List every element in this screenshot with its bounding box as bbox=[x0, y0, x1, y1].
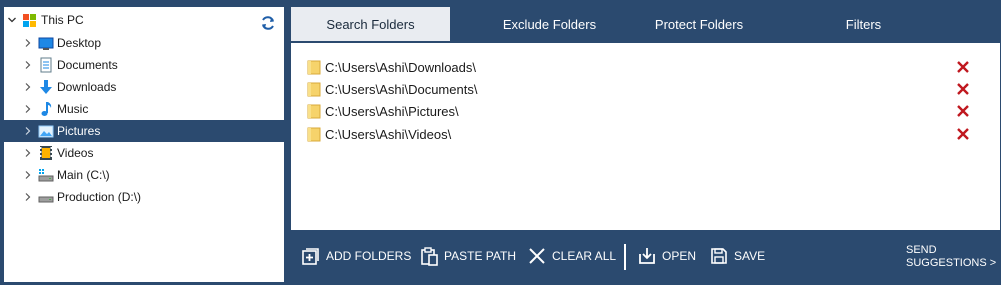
tree-root-label: This PC bbox=[41, 13, 84, 27]
tab-search-folders[interactable]: Search Folders bbox=[291, 7, 450, 41]
tree-item-label: Main (C:\) bbox=[57, 168, 110, 182]
paste-path-label: PASTE PATH bbox=[444, 249, 517, 263]
tree-item-label: Production (D:\) bbox=[57, 190, 142, 204]
tree-item-label: Videos bbox=[57, 146, 94, 160]
remove-folder-icon[interactable] bbox=[955, 126, 971, 142]
folder-icon bbox=[307, 103, 321, 119]
pictures-icon bbox=[38, 123, 54, 139]
tree-item-drive-d[interactable]: Production (D:\) bbox=[4, 186, 284, 208]
tree-item-label: Desktop bbox=[57, 36, 102, 50]
send-suggestions-line2: SUGGESTIONS > bbox=[906, 257, 997, 269]
save-button[interactable]: SAVE bbox=[709, 243, 765, 269]
tree-item-label: Documents bbox=[57, 58, 118, 72]
downloads-icon bbox=[38, 79, 54, 95]
add-folders-button[interactable]: ADD FOLDERS bbox=[301, 243, 411, 269]
this-pc-icon bbox=[22, 12, 38, 28]
paste-icon bbox=[419, 246, 439, 266]
open-button[interactable]: OPEN bbox=[637, 243, 696, 269]
clear-all-button[interactable]: CLEAR ALL bbox=[527, 243, 616, 269]
folder-path: C:\Users\Ashi\Documents\ bbox=[325, 82, 478, 97]
remove-folder-icon[interactable] bbox=[955, 103, 971, 119]
videos-icon bbox=[38, 145, 54, 161]
tree-root-this-pc[interactable]: This PC bbox=[4, 9, 284, 31]
chevron-right-icon[interactable] bbox=[24, 39, 32, 47]
tree-item-desktop[interactable]: Desktop bbox=[4, 32, 284, 54]
chevron-down-icon[interactable] bbox=[8, 16, 16, 24]
list-item[interactable]: C:\Users\Ashi\Downloads\ bbox=[291, 56, 1000, 78]
tab-bar: Search Folders Exclude Folders Protect F… bbox=[291, 7, 1000, 41]
bottom-toolbar: ADD FOLDERS PASTE PATH CLEAR ALL OPEN SA… bbox=[291, 230, 1001, 285]
tree-item-documents[interactable]: Documents bbox=[4, 54, 284, 76]
documents-icon bbox=[38, 57, 54, 73]
tree-item-downloads[interactable]: Downloads bbox=[4, 76, 284, 98]
list-item[interactable]: C:\Users\Ashi\Videos\ bbox=[291, 123, 1000, 145]
list-item[interactable]: C:\Users\Ashi\Pictures\ bbox=[291, 100, 1000, 122]
desktop-icon bbox=[38, 35, 54, 51]
chevron-right-icon[interactable] bbox=[24, 171, 32, 179]
refresh-icon[interactable] bbox=[260, 15, 276, 31]
save-icon bbox=[709, 246, 729, 266]
chevron-right-icon[interactable] bbox=[24, 105, 32, 113]
tree-item-label: Downloads bbox=[57, 80, 117, 94]
add-folders-label: ADD FOLDERS bbox=[326, 249, 412, 263]
folder-path: C:\Users\Ashi\Downloads\ bbox=[325, 60, 476, 75]
chevron-right-icon[interactable] bbox=[24, 149, 32, 157]
save-label: SAVE bbox=[734, 249, 766, 263]
chevron-right-icon[interactable] bbox=[24, 83, 32, 91]
send-suggestions-line1: SEND bbox=[906, 244, 937, 256]
clear-all-label: CLEAR ALL bbox=[552, 249, 617, 263]
folder-icon bbox=[307, 59, 321, 75]
paste-path-button[interactable]: PASTE PATH bbox=[419, 243, 516, 269]
toolbar-divider bbox=[624, 244, 626, 270]
add-folder-icon bbox=[301, 246, 321, 266]
clear-icon bbox=[527, 246, 547, 266]
folder-tree-panel: This PC Desktop Documents Downloads Musi… bbox=[4, 7, 284, 282]
search-folders-list: C:\Users\Ashi\Downloads\ C:\Users\Ashi\D… bbox=[291, 43, 1000, 230]
tree-item-videos[interactable]: Videos bbox=[4, 142, 284, 164]
drive-c-icon bbox=[38, 167, 54, 183]
folder-path: C:\Users\Ashi\Pictures\ bbox=[325, 104, 459, 119]
remove-folder-icon[interactable] bbox=[955, 59, 971, 75]
drive-d-icon bbox=[38, 189, 54, 205]
remove-folder-icon[interactable] bbox=[955, 81, 971, 97]
folder-icon bbox=[307, 81, 321, 97]
tree-item-music[interactable]: Music bbox=[4, 98, 284, 120]
chevron-right-icon[interactable] bbox=[24, 127, 32, 135]
tab-exclude-folders[interactable]: Exclude Folders bbox=[462, 7, 637, 41]
folder-icon bbox=[307, 126, 321, 142]
tree-item-pictures[interactable]: Pictures bbox=[4, 120, 284, 142]
send-suggestions-link[interactable]: SEND SUGGESTIONS > bbox=[906, 244, 996, 270]
tab-protect-folders[interactable]: Protect Folders bbox=[637, 7, 761, 41]
folder-path: C:\Users\Ashi\Videos\ bbox=[325, 127, 452, 142]
tree-item-label: Music bbox=[57, 102, 89, 116]
tree-item-drive-c[interactable]: Main (C:\) bbox=[4, 164, 284, 186]
list-item[interactable]: C:\Users\Ashi\Documents\ bbox=[291, 78, 1000, 100]
music-icon bbox=[38, 101, 54, 117]
open-label: OPEN bbox=[662, 249, 697, 263]
chevron-right-icon[interactable] bbox=[24, 61, 32, 69]
chevron-right-icon[interactable] bbox=[24, 193, 32, 201]
tab-filters[interactable]: Filters bbox=[791, 7, 936, 41]
open-icon bbox=[637, 246, 657, 266]
tree-item-label: Pictures bbox=[57, 124, 101, 138]
